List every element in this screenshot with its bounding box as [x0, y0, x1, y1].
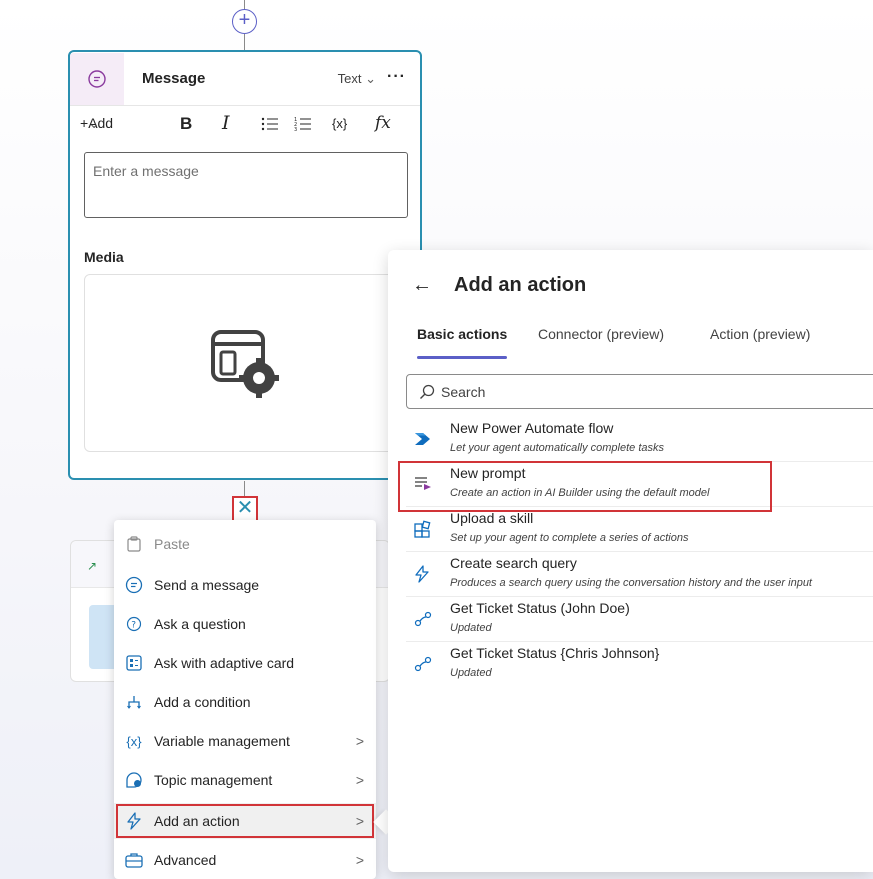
svg-text:?: ?: [131, 621, 136, 631]
connector-line-bottom: [244, 481, 245, 497]
connector-line-mid: [244, 34, 245, 51]
action-description: Updated: [450, 622, 492, 634]
message-node-header: Message Text ⌄ ···: [70, 52, 420, 106]
chevron-right-icon: >: [355, 813, 364, 829]
action-name: Get Ticket Status (John Doe): [450, 600, 630, 616]
power-automate-icon: [414, 430, 432, 448]
more-options-button[interactable]: ···: [387, 68, 406, 86]
menu-item-add-action[interactable]: Add an action >: [114, 803, 376, 839]
formula-icon[interactable]: fx: [375, 113, 391, 133]
paste-icon: [114, 536, 154, 552]
menu-item-variable-management[interactable]: {x} Variable management >: [114, 723, 376, 759]
chevron-down-icon: ⌄: [88, 115, 100, 131]
formatting-toolbar: + Add ⌄ B I 123 {x} fx: [70, 106, 420, 144]
message-node[interactable]: Message Text ⌄ ··· + Add ⌄ B I 123 {x} f…: [68, 50, 422, 480]
media-settings-icon: [211, 330, 279, 398]
action-description: Updated: [450, 667, 492, 679]
action-name: New prompt: [450, 465, 526, 481]
menu-item-label: Ask with adaptive card: [154, 655, 295, 671]
action-description: Set up your agent to complete a series o…: [450, 532, 689, 544]
variable-icon: {x}: [126, 733, 142, 749]
menu-item-label: Add an action: [154, 813, 240, 829]
menu-item-label: Topic management: [154, 772, 273, 788]
active-tab-indicator: [417, 356, 507, 359]
type-selector[interactable]: Text ⌄: [338, 71, 376, 87]
bold-button[interactable]: B: [180, 114, 192, 134]
tab-action[interactable]: Action (preview): [710, 326, 810, 342]
chevron-right-icon: >: [355, 772, 364, 788]
menu-item-paste[interactable]: Paste: [114, 526, 376, 562]
numbered-list-icon[interactable]: 123: [294, 116, 312, 135]
menu-item-label: Paste: [154, 536, 190, 552]
search-placeholder: Search: [441, 383, 486, 400]
action-name: Create search query: [450, 555, 577, 571]
add-node-menu: Paste Send a message ? Ask a question As…: [114, 520, 376, 879]
action-item-create-search-query[interactable]: Create search query Produces a search qu…: [406, 553, 873, 597]
menu-item-label: Ask a question: [154, 616, 246, 632]
italic-button[interactable]: I: [222, 112, 230, 134]
action-item-new-prompt[interactable]: New prompt Create an action in AI Builde…: [406, 463, 873, 507]
chevron-down-icon: ⌄: [365, 70, 376, 86]
add-dropdown[interactable]: + Add ⌄: [80, 115, 113, 131]
panel-title: Add an action: [454, 274, 587, 296]
skill-icon: [414, 520, 432, 538]
action-item-get-ticket-status-john[interactable]: Get Ticket Status (John Doe) Updated: [406, 598, 873, 642]
connector-icon: [414, 655, 432, 673]
action-description: Create an action in AI Builder using the…: [450, 487, 710, 499]
action-name: Upload a skill: [450, 510, 534, 526]
message-bubble-icon: [70, 52, 124, 105]
action-description: Produces a search query using the conver…: [450, 577, 812, 589]
add-node-button[interactable]: +: [232, 9, 257, 34]
variable-insert-icon[interactable]: {x}: [332, 116, 347, 131]
search-input[interactable]: Search: [406, 374, 873, 409]
tab-basic-actions[interactable]: Basic actions: [417, 326, 507, 342]
chat-bubble-icon: [114, 576, 154, 594]
bullet-list-icon[interactable]: [261, 117, 279, 134]
media-upload-area[interactable]: [84, 274, 408, 452]
menu-item-send-message[interactable]: Send a message: [114, 567, 376, 603]
action-name: Get Ticket Status {Chris Johnson}: [450, 645, 660, 661]
search-icon: [419, 384, 435, 400]
add-action-panel: ← Add an action Basic actions Connector …: [388, 250, 873, 872]
branch-icon: [114, 694, 154, 710]
lightning-icon: [414, 565, 432, 583]
chevron-right-icon: >: [355, 852, 364, 868]
type-selector-label: Text: [337, 70, 362, 86]
tab-connector[interactable]: Connector (preview): [538, 326, 664, 342]
menu-item-add-condition[interactable]: Add a condition: [114, 684, 376, 720]
toolbox-icon: [114, 852, 154, 868]
menu-item-label: Add a condition: [154, 694, 251, 710]
menu-item-ask-question[interactable]: ? Ask a question: [114, 606, 376, 642]
menu-item-adaptive-card[interactable]: Ask with adaptive card: [114, 645, 376, 681]
menu-item-topic-management[interactable]: Topic management >: [114, 762, 376, 798]
action-item-upload-skill[interactable]: Upload a skill Set up your agent to comp…: [406, 508, 873, 552]
svg-text:3: 3: [294, 127, 297, 132]
question-bubble-icon: ?: [114, 616, 154, 632]
close-menu-button[interactable]: ✕: [232, 496, 258, 522]
connector-icon: ↗: [87, 559, 98, 573]
connector-icon: [414, 610, 432, 628]
topic-icon: [114, 771, 154, 789]
action-description: Let your agent automatically complete ta…: [450, 442, 665, 454]
action-name: New Power Automate flow: [450, 420, 614, 436]
menu-item-label: Variable management: [154, 733, 290, 749]
menu-item-label: Send a message: [154, 577, 260, 593]
action-item-get-ticket-status-chris[interactable]: Get Ticket Status {Chris Johnson} Update…: [406, 643, 873, 687]
media-label: Media: [84, 249, 124, 265]
prompt-icon: [414, 475, 432, 493]
back-button[interactable]: ←: [412, 274, 432, 297]
node-title: Message: [142, 70, 206, 87]
message-input[interactable]: Enter a message: [84, 152, 408, 218]
menu-item-advanced[interactable]: Advanced >: [114, 842, 376, 878]
lightning-icon: [114, 812, 154, 830]
action-item-power-automate[interactable]: New Power Automate flow Let your agent a…: [406, 418, 873, 462]
chevron-right-icon: >: [355, 733, 364, 749]
adaptive-card-icon: [114, 655, 154, 671]
menu-item-label: Advanced: [154, 852, 217, 868]
